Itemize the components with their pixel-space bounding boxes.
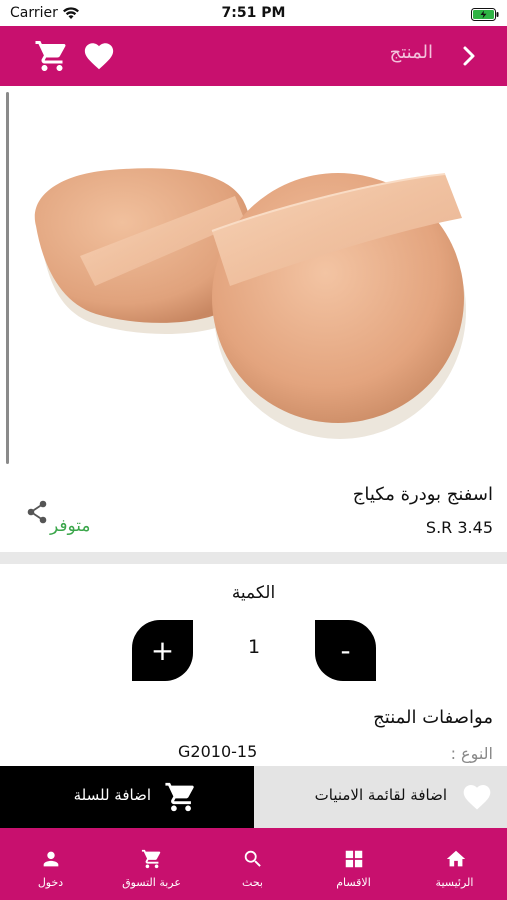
quantity-decrease-button[interactable]: - <box>315 620 376 681</box>
cart-icon[interactable] <box>34 38 70 74</box>
tab-categories[interactable]: الاقسام <box>303 828 404 900</box>
add-to-cart-label: اضافة للسلة <box>73 786 151 804</box>
heart-icon[interactable] <box>82 39 116 73</box>
section-divider <box>0 552 507 564</box>
search-icon <box>242 848 264 870</box>
product-image[interactable] <box>0 86 507 470</box>
add-to-cart-button[interactable]: اضافة للسلة <box>0 766 254 828</box>
grid-icon <box>343 848 365 870</box>
quantity-label: الكمية <box>231 583 276 603</box>
share-icon[interactable] <box>26 500 48 524</box>
tab-search[interactable]: بحث <box>202 828 303 900</box>
product-name: اسفنج بودرة مكياج <box>352 484 493 505</box>
app-header: المنتج <box>0 26 507 86</box>
tab-login-label: دخول <box>37 876 64 889</box>
add-to-wishlist-button[interactable]: اضافة لقائمة الامنيات <box>254 766 507 828</box>
product-price: S.R 3.45 <box>425 518 493 537</box>
home-icon <box>445 848 467 870</box>
quantity-value: 1 <box>247 636 261 658</box>
tab-cart[interactable]: عربة التسوق <box>101 828 202 900</box>
scroll-indicator[interactable] <box>6 92 9 464</box>
tab-login[interactable]: دخول <box>0 828 101 900</box>
cart-icon <box>141 848 163 870</box>
tab-cart-label: عربة التسوق <box>122 876 181 889</box>
specs-title: مواصفات المنتج <box>373 707 493 728</box>
chevron-right-icon[interactable] <box>457 44 481 68</box>
add-to-wishlist-label: اضافة لقائمة الامنيات <box>314 786 447 804</box>
person-icon <box>40 848 62 870</box>
powder-puff-image <box>34 168 466 439</box>
page-title: المنتج <box>389 42 433 63</box>
quantity-increase-button[interactable]: + <box>132 620 193 681</box>
heart-icon <box>461 781 493 813</box>
status-time: 7:51 PM <box>221 5 286 21</box>
spec-type-value: G2010-15 <box>178 742 258 761</box>
tab-categories-label: الاقسام <box>336 876 371 889</box>
tab-home[interactable]: الرئيسية <box>404 828 507 900</box>
tab-home-label: الرئيسية <box>435 876 474 889</box>
bottom-tab-bar: دخول عربة التسوق بحث الاقسام الرئيسية <box>0 828 507 900</box>
status-bar: Carrier 7:51 PM <box>0 0 507 26</box>
battery-icon <box>471 6 499 25</box>
cart-icon <box>164 780 198 814</box>
tab-search-label: بحث <box>242 876 263 889</box>
action-bar: اضافة للسلة اضافة لقائمة الامنيات <box>0 766 507 828</box>
availability-status: متوفر <box>50 516 91 536</box>
spec-type-label: النوع : <box>450 744 493 763</box>
